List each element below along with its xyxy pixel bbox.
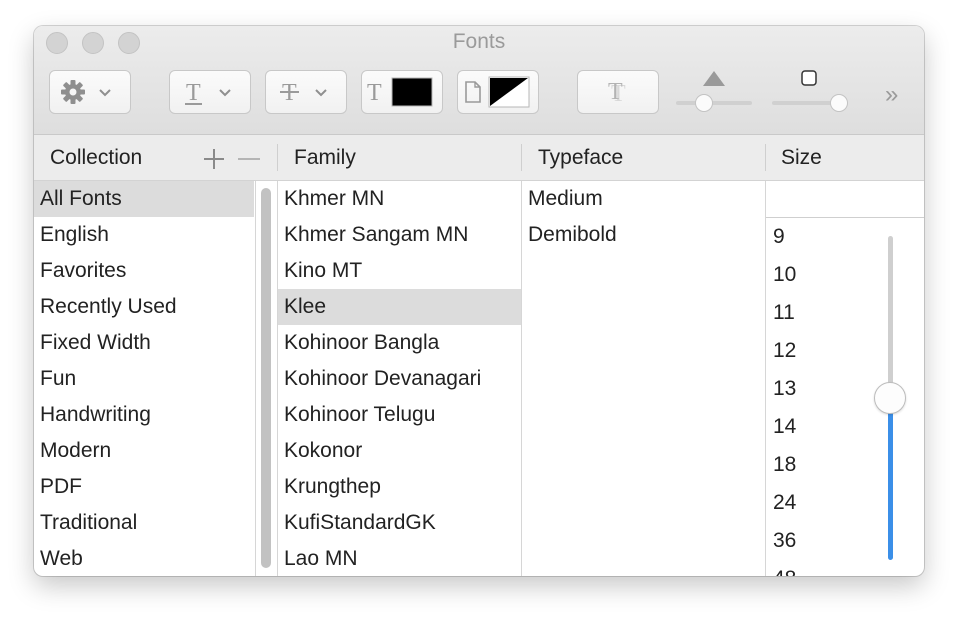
action-menu-button[interactable] <box>49 70 131 114</box>
column-headers: Collection Family Typeface Size <box>34 135 924 181</box>
text-shadow-button[interactable]: T T <box>577 70 659 114</box>
collection-item[interactable]: All Fonts <box>34 181 254 217</box>
collection-item[interactable]: Modern <box>34 433 254 469</box>
svg-text:T: T <box>367 80 382 106</box>
collection-list: All Fonts English Favorites Recently Used Fi… <box>34 181 254 576</box>
size-list: 9101112131418243648 <box>767 218 877 576</box>
size-slider-track[interactable] <box>888 236 893 400</box>
svg-text:T: T <box>186 80 201 106</box>
fonts-window: Fonts T T T T » Collection Family Typefa… <box>34 26 924 576</box>
family-list: Khmer MN Khmer Sangam MN Kino MT Klee Kohino… <box>278 181 521 576</box>
shadow-opacity-slider-track[interactable] <box>676 101 752 105</box>
family-item[interactable]: Lao MN <box>278 541 521 576</box>
text-shadow-icon: T T <box>608 79 626 107</box>
text-color-button[interactable]: T <box>361 70 443 114</box>
family-item[interactable]: Kohinoor Bangla <box>278 325 521 361</box>
size-item[interactable]: 9 <box>767 218 877 256</box>
svg-text:T: T <box>608 79 623 105</box>
family-item[interactable]: Khmer Sangam MN <box>278 217 521 253</box>
size-input[interactable] <box>766 181 924 218</box>
size-item[interactable]: 13 <box>767 370 877 408</box>
size-item[interactable]: 18 <box>767 446 877 484</box>
collection-item[interactable]: Favorites <box>34 253 254 289</box>
family-item[interactable]: Kino MT <box>278 253 521 289</box>
size-item[interactable]: 36 <box>767 522 877 560</box>
collection-item[interactable]: Recently Used <box>34 289 254 325</box>
collection-item[interactable]: Fixed Width <box>34 325 254 361</box>
family-item[interactable]: Krungthep <box>278 469 521 505</box>
size-slider-fill[interactable] <box>888 398 893 560</box>
column-divider <box>765 181 766 576</box>
plus-icon[interactable] <box>203 148 225 170</box>
title-bar: Fonts T T T T » <box>34 26 924 135</box>
column-divider <box>255 181 256 576</box>
family-item[interactable]: Klee <box>278 289 521 325</box>
gear-icon <box>61 80 111 104</box>
header-divider <box>521 144 522 171</box>
family-item[interactable]: KufiStandardGK <box>278 505 521 541</box>
shadow-blur-slider-knob[interactable] <box>830 94 848 112</box>
header-divider <box>277 144 278 171</box>
typeface-item[interactable]: Medium <box>522 181 765 217</box>
typeface-list: Medium Demibold <box>522 181 765 576</box>
typeface-item[interactable]: Demibold <box>522 217 765 253</box>
document-color-button[interactable] <box>457 70 539 114</box>
strikethrough-text-icon: T <box>280 80 327 106</box>
size-slider-knob[interactable] <box>874 382 906 414</box>
size-item[interactable]: 11 <box>767 294 877 332</box>
family-item[interactable]: Kohinoor Telugu <box>278 397 521 433</box>
collection-scrollbar[interactable] <box>261 188 271 568</box>
shadow-blur-icon <box>801 70 817 86</box>
toolbar-overflow-button[interactable]: » <box>885 81 898 109</box>
underline-text-icon: T <box>185 80 231 106</box>
collection-item[interactable]: Fun <box>34 361 254 397</box>
header-divider <box>765 144 766 171</box>
window-title: Fonts <box>452 30 506 53</box>
family-header: Family <box>294 146 356 169</box>
collection-item[interactable]: Traditional <box>34 505 254 541</box>
collection-item[interactable]: English <box>34 217 254 253</box>
collection-item[interactable]: Handwriting <box>34 397 254 433</box>
typeface-header: Typeface <box>538 146 624 169</box>
collection-item[interactable]: Web <box>34 541 254 576</box>
size-item[interactable]: 14 <box>767 408 877 446</box>
size-header: Size <box>781 146 822 169</box>
size-item[interactable]: 24 <box>767 484 877 522</box>
text-color-icon: T <box>367 77 433 107</box>
size-item[interactable]: 48 <box>767 560 877 576</box>
size-item[interactable]: 10 <box>767 256 877 294</box>
collection-header: Collection <box>50 146 143 169</box>
minus-icon[interactable] <box>237 148 261 170</box>
size-item[interactable]: 12 <box>767 332 877 370</box>
document-color-icon <box>465 76 530 108</box>
collection-item[interactable]: PDF <box>34 469 254 505</box>
shadow-opacity-slider-knob[interactable] <box>695 94 713 112</box>
family-item[interactable]: Kokonor <box>278 433 521 469</box>
underline-menu-button[interactable]: T <box>169 70 251 114</box>
shadow-opacity-icon <box>703 71 725 86</box>
strikethrough-menu-button[interactable]: T <box>265 70 347 114</box>
family-item[interactable]: Kohinoor Devanagari <box>278 361 521 397</box>
family-item[interactable]: Khmer MN <box>278 181 521 217</box>
